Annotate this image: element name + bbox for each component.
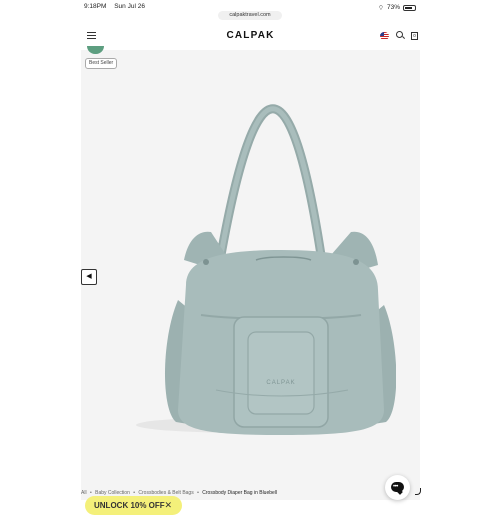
product-image[interactable]: CALPAK <box>116 80 396 450</box>
address-bar[interactable]: calpaktravel.com <box>218 11 282 20</box>
previous-arrow-icon: ◀ <box>86 273 92 280</box>
status-date: Sun Jul 26 <box>114 3 145 10</box>
breadcrumb: All • Baby Collection • Crossbodies & Be… <box>81 487 420 499</box>
bag-brand-mark: CALPAK <box>266 380 295 386</box>
previous-image-button[interactable]: ◀ <box>81 269 97 285</box>
breadcrumb-current: Crossbody Diaper Bag in Bluebell <box>202 490 278 496</box>
status-time: 9:18PM <box>84 3 107 10</box>
unlock-discount-label: UNLOCK 10% OFF <box>94 501 165 510</box>
us-flag-icon[interactable] <box>380 32 389 40</box>
battery-percent: 73% <box>386 4 400 11</box>
site-header: CALPAK 0 <box>81 22 420 50</box>
breadcrumb-baby-collection[interactable]: Baby Collection <box>95 490 130 496</box>
cart-icon[interactable]: 0 <box>411 32 418 40</box>
breadcrumb-all[interactable]: All <box>81 490 87 496</box>
breadcrumb-crossbodies[interactable]: Crossbodies & Belt Bags <box>138 490 193 496</box>
breadcrumb-separator: • <box>197 490 199 496</box>
web-page: CALPAK 0 Best Seller ◀ CALPAK UNLOCK 10%… <box>81 22 421 515</box>
cart-count: 0 <box>413 33 416 38</box>
scroll-indicator-icon <box>415 488 421 495</box>
color-swatch[interactable] <box>87 46 104 54</box>
wifi-icon: ⌔ <box>377 5 384 12</box>
breadcrumb-separator: • <box>89 490 92 496</box>
address-url: calpaktravel.com <box>229 12 271 18</box>
site-logo[interactable]: CALPAK <box>81 30 420 41</box>
product-gallery: Best Seller ◀ CALPAK UNLOCK 10% OFF ✕ ••… <box>81 46 420 515</box>
best-seller-badge: Best Seller <box>85 58 118 69</box>
battery-icon <box>403 4 416 11</box>
breadcrumb-separator: • <box>133 490 136 496</box>
search-icon[interactable] <box>396 31 403 38</box>
